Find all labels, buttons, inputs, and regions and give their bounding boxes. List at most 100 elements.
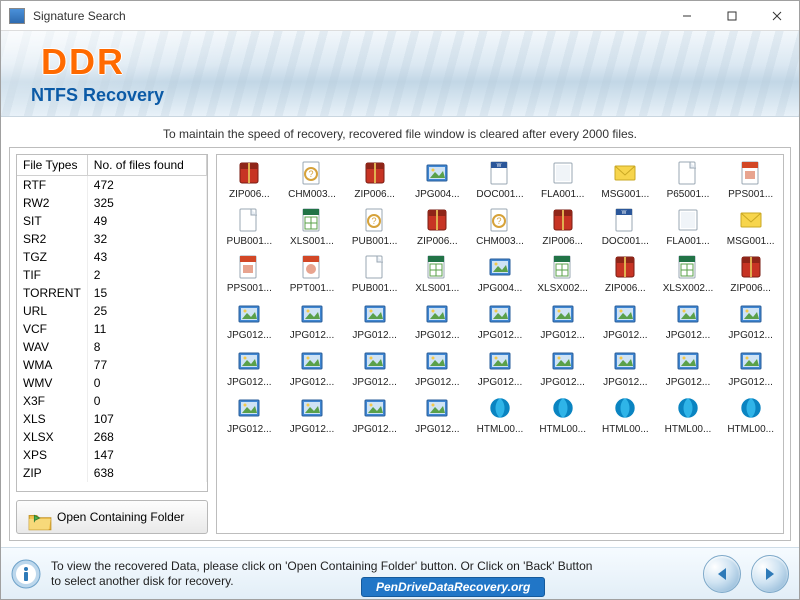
img-icon xyxy=(423,159,451,187)
file-grid[interactable]: ZIP006...CHM003...ZIP006...JPG004...DOC0… xyxy=(216,154,784,534)
file-item[interactable]: PPS001... xyxy=(219,253,280,294)
file-item[interactable]: JPG004... xyxy=(407,159,468,200)
file-item[interactable]: JPG012... xyxy=(470,300,531,341)
file-item[interactable]: JPG012... xyxy=(344,300,405,341)
table-row[interactable]: WMA77 xyxy=(17,356,207,374)
file-item[interactable]: DOC001... xyxy=(470,159,531,200)
file-item[interactable]: MSG001... xyxy=(720,206,781,247)
table-row[interactable]: URL25 xyxy=(17,302,207,320)
ppt-icon xyxy=(298,253,326,281)
file-item[interactable]: HTML00... xyxy=(470,394,531,435)
file-item[interactable]: DOC001... xyxy=(595,206,656,247)
table-row[interactable]: XLS107 xyxy=(17,410,207,428)
file-item[interactable]: JPG012... xyxy=(595,347,656,388)
table-row[interactable]: ZIP638 xyxy=(17,464,207,482)
doc-icon xyxy=(486,159,514,187)
cell-type: XLS xyxy=(17,410,87,428)
file-item[interactable]: JPG012... xyxy=(720,347,781,388)
file-item[interactable]: ZIP006... xyxy=(344,159,405,200)
table-row[interactable]: SIT49 xyxy=(17,212,207,230)
table-row[interactable]: WAV8 xyxy=(17,338,207,356)
open-containing-folder-button[interactable]: Open Containing Folder xyxy=(16,500,208,534)
file-item[interactable]: P65001... xyxy=(658,159,719,200)
table-row[interactable]: RW2325 xyxy=(17,194,207,212)
file-item[interactable]: JPG012... xyxy=(344,394,405,435)
img-icon xyxy=(737,347,765,375)
file-item[interactable]: JPG012... xyxy=(219,394,280,435)
table-row[interactable]: SR232 xyxy=(17,230,207,248)
file-item[interactable]: JPG004... xyxy=(470,253,531,294)
minimize-button[interactable] xyxy=(664,1,709,31)
html-icon xyxy=(549,394,577,422)
file-item[interactable]: ZIP006... xyxy=(532,206,593,247)
file-item[interactable]: PUB001... xyxy=(344,253,405,294)
table-row[interactable]: VCF11 xyxy=(17,320,207,338)
filetype-table[interactable]: File Types No. of files found RTF472RW23… xyxy=(16,154,208,492)
table-row[interactable]: RTF472 xyxy=(17,176,207,195)
file-item[interactable]: JPG012... xyxy=(219,300,280,341)
close-button[interactable] xyxy=(754,1,799,31)
cell-count: 11 xyxy=(87,320,206,338)
maximize-button[interactable] xyxy=(709,1,754,31)
file-item[interactable]: HTML00... xyxy=(532,394,593,435)
file-item[interactable]: JPG012... xyxy=(532,347,593,388)
table-header-type[interactable]: File Types xyxy=(17,155,87,176)
file-item[interactable]: JPG012... xyxy=(344,347,405,388)
file-item[interactable]: FLA001... xyxy=(658,206,719,247)
cell-count: 0 xyxy=(87,374,206,392)
file-item[interactable]: MSG001... xyxy=(595,159,656,200)
cell-count: 32 xyxy=(87,230,206,248)
file-item[interactable]: JPG012... xyxy=(282,347,343,388)
file-item[interactable]: JPG012... xyxy=(658,347,719,388)
file-item[interactable]: ZIP006... xyxy=(595,253,656,294)
back-button[interactable] xyxy=(703,555,741,593)
file-item[interactable]: JPG012... xyxy=(282,300,343,341)
table-row[interactable]: WMV0 xyxy=(17,374,207,392)
file-item[interactable]: JPG012... xyxy=(219,347,280,388)
file-label: HTML00... xyxy=(665,424,712,435)
table-row[interactable]: TGZ43 xyxy=(17,248,207,266)
table-row[interactable]: XPS147 xyxy=(17,446,207,464)
file-item[interactable]: JPG012... xyxy=(595,300,656,341)
pps-icon xyxy=(235,253,263,281)
file-item[interactable]: PPS001... xyxy=(720,159,781,200)
file-item[interactable]: HTML00... xyxy=(658,394,719,435)
file-label: DOC001... xyxy=(476,189,523,200)
file-icon xyxy=(235,206,263,234)
table-row[interactable]: TORRENT15 xyxy=(17,284,207,302)
file-item[interactable]: JPG012... xyxy=(407,300,468,341)
file-item[interactable]: HTML00... xyxy=(720,394,781,435)
table-row[interactable]: TIF2 xyxy=(17,266,207,284)
file-item[interactable]: JPG012... xyxy=(282,394,343,435)
file-item[interactable]: JPG012... xyxy=(532,300,593,341)
table-row[interactable]: XLSX268 xyxy=(17,428,207,446)
file-label: ZIP006... xyxy=(229,189,270,200)
table-row[interactable]: X3F0 xyxy=(17,392,207,410)
cell-type: WMV xyxy=(17,374,87,392)
file-item[interactable]: JPG012... xyxy=(658,300,719,341)
file-item[interactable]: PPT001... xyxy=(282,253,343,294)
file-label: JPG012... xyxy=(666,377,710,388)
file-item[interactable]: JPG012... xyxy=(407,394,468,435)
table-header-count[interactable]: No. of files found xyxy=(87,155,206,176)
file-item[interactable]: ZIP006... xyxy=(219,159,280,200)
file-item[interactable]: PUB001... xyxy=(344,206,405,247)
file-item[interactable]: ZIP006... xyxy=(407,206,468,247)
file-item[interactable]: JPG012... xyxy=(470,347,531,388)
file-item[interactable]: XLSX002... xyxy=(532,253,593,294)
img-icon xyxy=(674,300,702,328)
file-item[interactable]: XLS001... xyxy=(282,206,343,247)
file-item[interactable]: CHM003... xyxy=(470,206,531,247)
file-item[interactable]: JPG012... xyxy=(407,347,468,388)
file-label: P65001... xyxy=(667,189,710,200)
file-item[interactable]: HTML00... xyxy=(595,394,656,435)
zip-icon xyxy=(611,253,639,281)
next-button[interactable] xyxy=(751,555,789,593)
file-item[interactable]: PUB001... xyxy=(219,206,280,247)
file-item[interactable]: XLS001... xyxy=(407,253,468,294)
file-item[interactable]: JPG012... xyxy=(720,300,781,341)
file-item[interactable]: XLSX002... xyxy=(658,253,719,294)
file-item[interactable]: FLA001... xyxy=(532,159,593,200)
file-item[interactable]: CHM003... xyxy=(282,159,343,200)
file-item[interactable]: ZIP006... xyxy=(720,253,781,294)
